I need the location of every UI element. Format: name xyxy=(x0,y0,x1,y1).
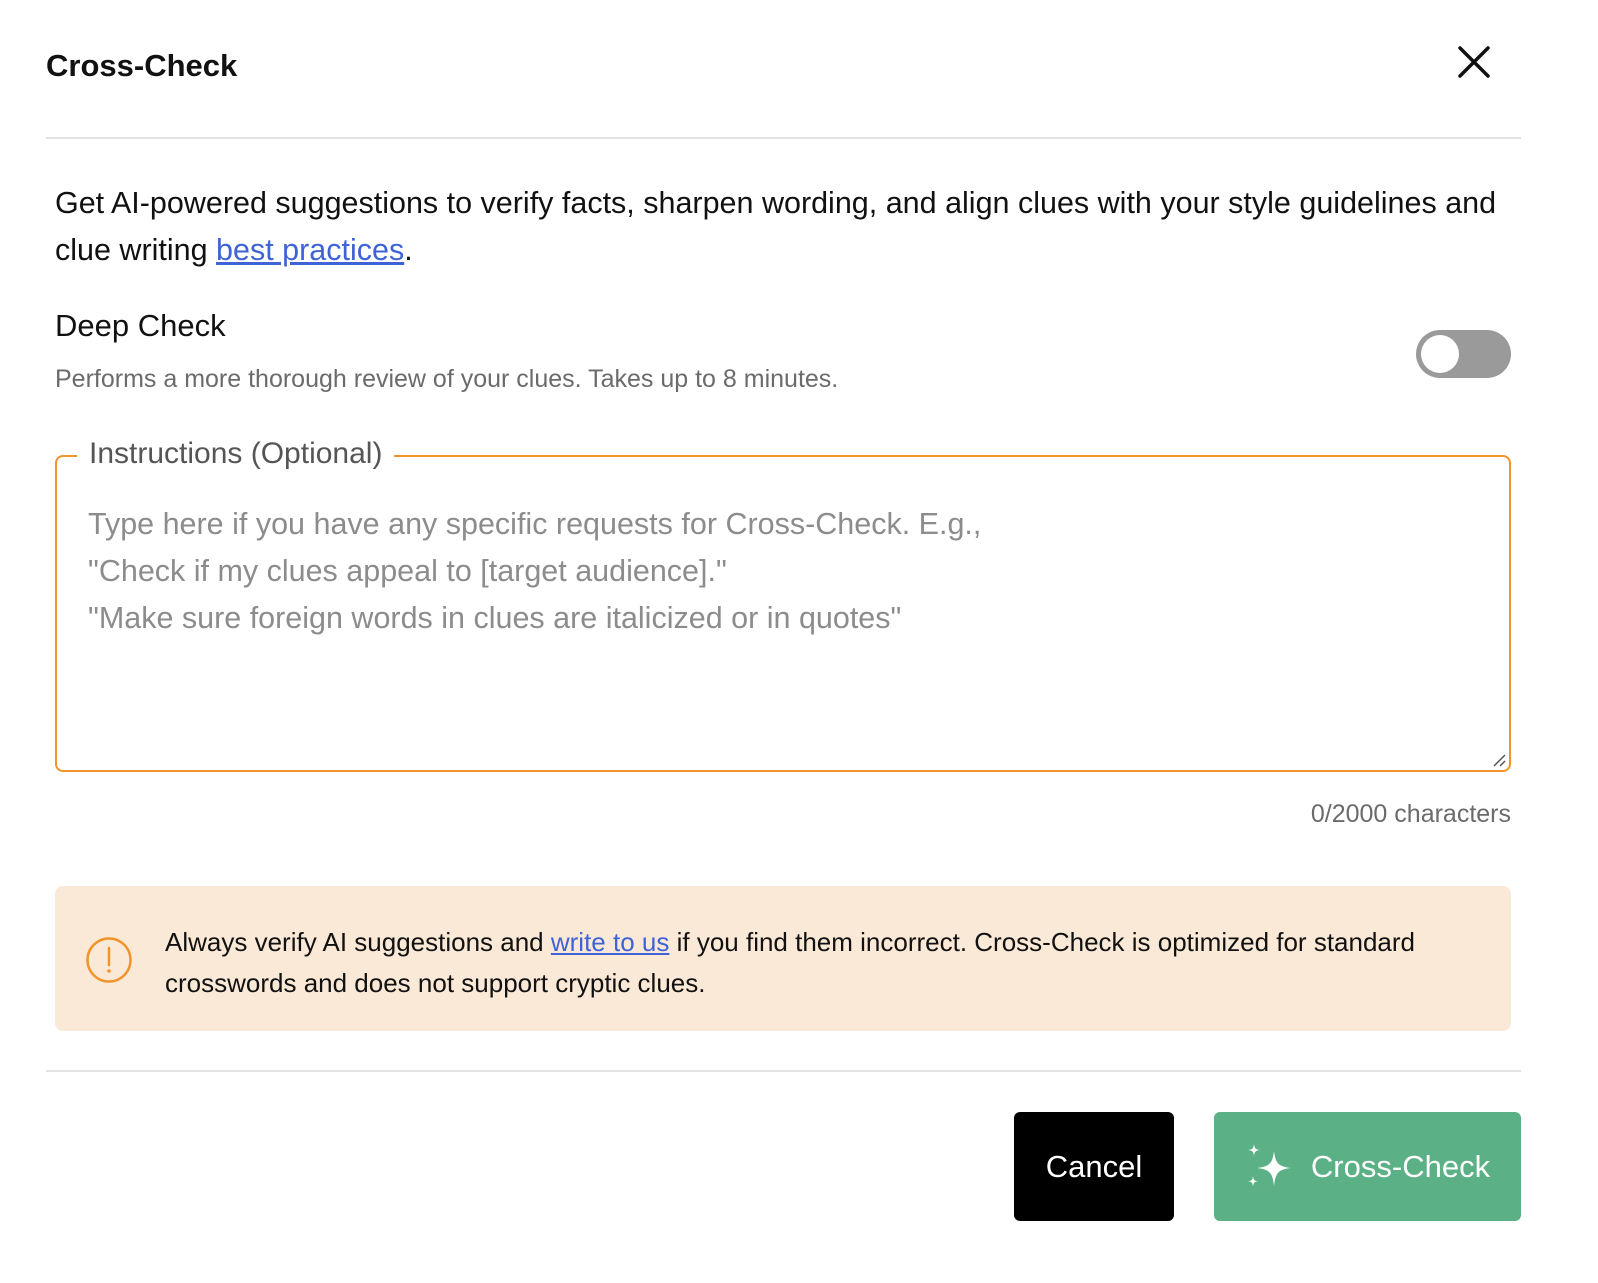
cross-check-dialog: Cross-Check Get AI-powered suggestions t… xyxy=(0,0,1598,1283)
write-to-us-link[interactable]: write to us xyxy=(551,927,670,957)
character-counter: 0/2000 characters xyxy=(1310,800,1511,828)
warning-icon xyxy=(86,937,132,983)
disclaimer-notice: Always verify AI suggestions and write t… xyxy=(55,886,1511,1031)
dialog-header: Cross-Check xyxy=(46,0,1521,139)
intro-text-after: . xyxy=(404,233,413,267)
intro-text: Get AI-powered suggestions to verify fac… xyxy=(55,180,1515,274)
cancel-button-label: Cancel xyxy=(1045,1148,1143,1184)
cross-check-button[interactable]: Cross-Check xyxy=(1214,1112,1521,1221)
close-button[interactable] xyxy=(1454,42,1494,82)
footer-divider xyxy=(46,1070,1521,1072)
instructions-label: Instructions (Optional) xyxy=(77,437,395,471)
dialog-title: Cross-Check xyxy=(46,48,238,83)
instructions-field: Instructions (Optional) xyxy=(55,437,1511,772)
close-icon xyxy=(1458,46,1490,78)
disclaimer-text: Always verify AI suggestions and write t… xyxy=(165,922,1465,1004)
deep-check-toggle[interactable] xyxy=(1416,330,1511,378)
deep-check-title: Deep Check xyxy=(55,308,226,343)
toggle-knob xyxy=(1421,335,1459,373)
cross-check-button-label: Cross-Check xyxy=(1310,1148,1491,1184)
deep-check-description: Performs a more thorough review of your … xyxy=(55,365,839,393)
cancel-button[interactable]: Cancel xyxy=(1014,1112,1174,1221)
instructions-textarea[interactable] xyxy=(57,457,1509,770)
notice-text-before: Always verify AI suggestions and xyxy=(165,927,551,957)
best-practices-link[interactable]: best practices xyxy=(216,233,404,267)
sparkle-icon xyxy=(1247,1143,1291,1187)
resize-handle-icon[interactable] xyxy=(1492,753,1506,767)
